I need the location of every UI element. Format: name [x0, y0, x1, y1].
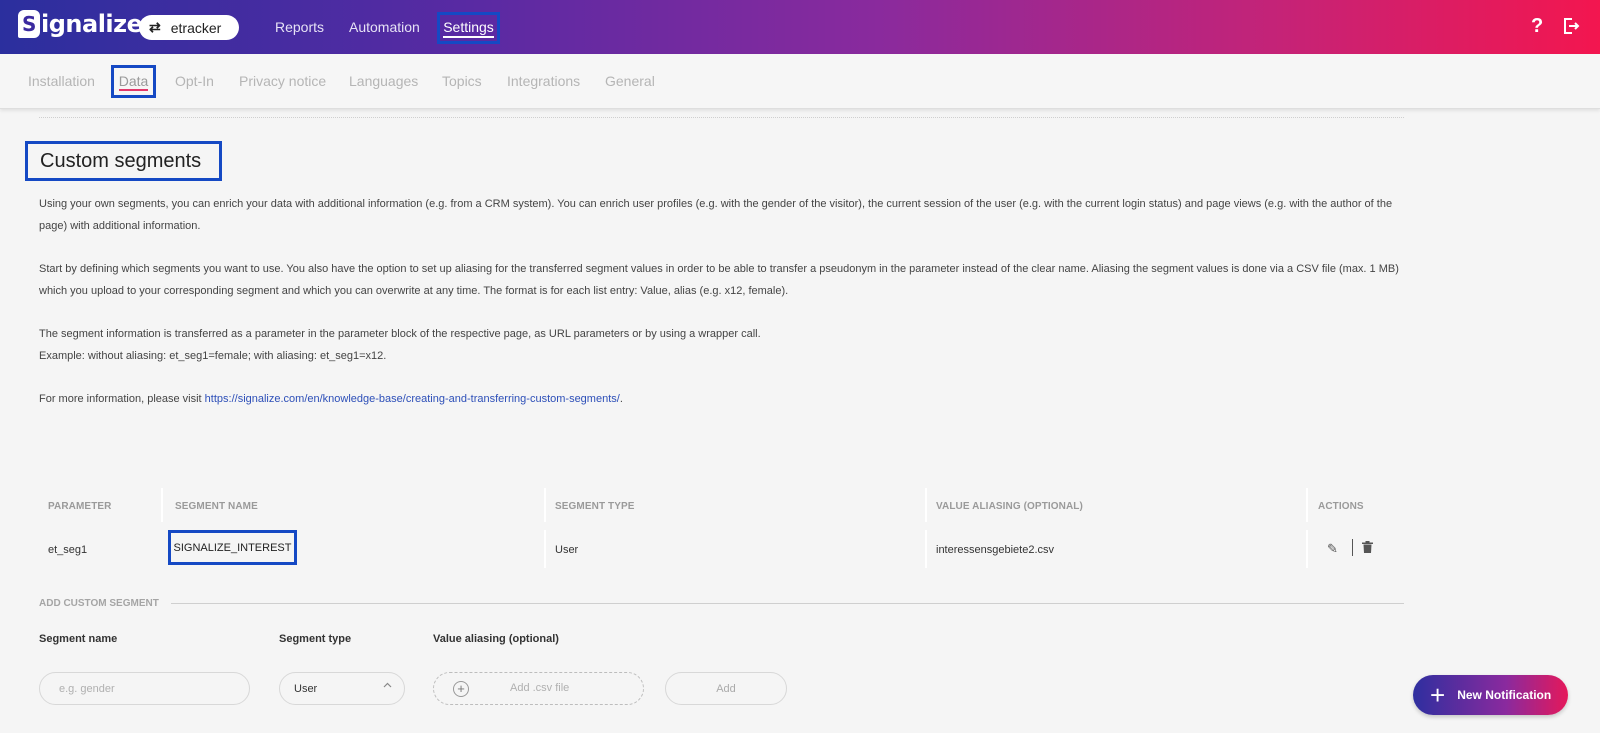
edit-icon[interactable]: ✎: [1327, 541, 1338, 557]
swap-icon: ⇄: [149, 19, 161, 35]
segment-name-input[interactable]: [39, 672, 250, 705]
col-header-value-aliasing: VALUE ALIASING (OPTIONAL): [936, 501, 1083, 512]
more-info-text: For more information, please visit https…: [39, 388, 1409, 410]
tab-privacy-notice[interactable]: Privacy notice: [239, 73, 326, 89]
column-separator: [161, 488, 163, 522]
more-info-prefix: For more information, please visit: [39, 393, 205, 405]
top-header: S ignalize ⇄ etracker Reports Automation…: [0, 0, 1600, 54]
account-switcher[interactable]: ⇄ etracker: [139, 15, 239, 40]
add-segment-divider: [171, 603, 1404, 604]
cell-parameter: et_seg1: [48, 544, 88, 556]
intro-paragraph-1: Using your own segments, you can enrich …: [39, 198, 1393, 232]
nav-automation[interactable]: Automation: [349, 0, 420, 54]
cell-segment-type: User: [555, 544, 579, 556]
tab-general[interactable]: General: [605, 73, 655, 89]
segment-type-select[interactable]: User: [279, 672, 405, 705]
column-separator: [1306, 488, 1308, 522]
column-separator: [925, 530, 927, 568]
cell-segment-name: SIGNALIZE_INTEREST: [168, 530, 297, 565]
plus-circle-icon: +: [453, 681, 469, 697]
cell-value-aliasing: interessensgebiete2.csv: [936, 544, 1055, 556]
account-name: etracker: [170, 19, 222, 36]
add-segment-label: ADD CUSTOM SEGMENT: [39, 598, 159, 609]
chevron-up-icon: [383, 681, 392, 693]
tab-data[interactable]: Data: [111, 65, 156, 98]
help-icon[interactable]: ?: [1531, 15, 1543, 38]
intro-paragraph-2: Start by defining which segments you wan…: [39, 263, 1399, 297]
column-separator: [1306, 530, 1308, 568]
tab-data-label: Data: [118, 72, 149, 91]
segment-type-label: Segment type: [279, 633, 352, 645]
logout-icon[interactable]: [1562, 17, 1580, 41]
tab-integrations[interactable]: Integrations: [507, 73, 580, 89]
segment-type-value: User: [294, 682, 318, 695]
nav-reports[interactable]: Reports: [275, 0, 324, 54]
intro-paragraph-3: The segment information is transferred a…: [39, 328, 761, 340]
plus-icon: +: [1430, 680, 1446, 710]
settings-subnav: Installation Data Opt-In Privacy notice …: [0, 54, 1600, 109]
nav-settings[interactable]: Settings: [437, 12, 500, 44]
col-header-segment-type: SEGMENT TYPE: [555, 501, 635, 512]
new-notification-label: New Notification: [1457, 688, 1552, 702]
logo-mark: S: [18, 10, 40, 38]
logo-text: ignalize: [41, 10, 143, 38]
tab-opt-in[interactable]: Opt-In: [175, 73, 214, 89]
add-button[interactable]: Add: [665, 672, 787, 705]
nav-settings-label: Settings: [443, 19, 494, 38]
title-highlight: Custom segments: [25, 141, 222, 181]
col-header-actions: ACTIONS: [1318, 501, 1364, 512]
col-header-parameter: PARAMETER: [48, 501, 112, 512]
column-separator: [925, 488, 927, 522]
segment-name-label: Segment name: [39, 633, 118, 645]
trash-icon[interactable]: [1362, 541, 1373, 556]
more-info-suffix: .: [619, 393, 623, 405]
signalize-logo[interactable]: S ignalize: [18, 10, 143, 38]
example-text: Example: without aliasing: et_seg1=femal…: [39, 350, 387, 362]
csv-upload-label: Add .csv file: [510, 682, 570, 694]
tab-topics[interactable]: Topics: [442, 73, 482, 89]
csv-upload-button[interactable]: + Add .csv file: [433, 672, 644, 705]
value-aliasing-label: Value aliasing (optional): [433, 633, 559, 645]
knowledge-base-link[interactable]: https://signalize.com/en/knowledge-base/…: [205, 393, 620, 405]
tab-languages[interactable]: Languages: [349, 73, 418, 89]
divider: [39, 117, 1404, 118]
col-header-segment-name: SEGMENT NAME: [175, 501, 258, 512]
page-title: Custom segments: [40, 149, 202, 172]
action-divider: [1352, 539, 1353, 556]
column-separator: [544, 530, 546, 568]
new-notification-button[interactable]: + New Notification: [1413, 675, 1568, 715]
column-separator: [544, 488, 546, 522]
tab-installation[interactable]: Installation: [28, 73, 95, 89]
